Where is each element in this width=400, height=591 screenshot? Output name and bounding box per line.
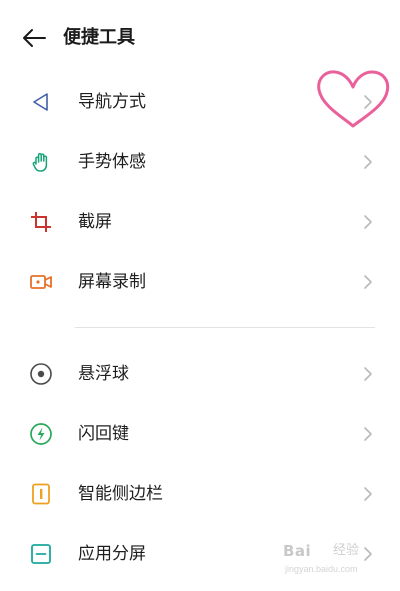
list-item-gesture-motion[interactable]: 手势体感: [0, 132, 400, 192]
navigation-triangle-icon: [33, 93, 48, 111]
split-screen-icon: [31, 544, 51, 564]
chevron-right-icon: [364, 215, 372, 229]
lightning-icon: [30, 423, 52, 445]
watermark-sub: 经验: [333, 543, 360, 558]
list-item-label: 智能侧边栏: [78, 484, 163, 504]
watermark-logo: Bai: [283, 542, 312, 560]
video-camera-icon: [30, 275, 52, 289]
heart-icon: [317, 70, 390, 128]
list-item-label: 屏幕录制: [78, 272, 146, 292]
hand-gesture-icon: [32, 153, 48, 172]
list-item-label: 悬浮球: [78, 364, 129, 384]
list-item-screen-recording[interactable]: 屏幕录制: [0, 252, 400, 312]
list-item-label: 应用分屏: [78, 544, 146, 564]
chevron-right-icon: [364, 487, 372, 501]
floating-ball-icon: [30, 363, 52, 385]
list-item-label: 导航方式: [78, 92, 146, 112]
top-bar: 便捷工具: [0, 0, 400, 76]
watermark: Bai 经验 jingyan.baidu.com: [283, 540, 395, 580]
list-item-flashback-key[interactable]: 闪回键: [0, 404, 400, 464]
list-item-screenshot[interactable]: 截屏: [0, 192, 400, 252]
arrow-left-icon[interactable]: [20, 26, 48, 50]
section-divider: [75, 327, 375, 328]
list-item-smart-sidebar[interactable]: 智能侧边栏: [0, 464, 400, 524]
sidebar-icon: [32, 483, 50, 505]
list-item-label: 闪回键: [78, 424, 129, 444]
crop-icon: [31, 212, 51, 232]
chevron-right-icon: [364, 155, 372, 169]
chevron-right-icon: [364, 367, 372, 381]
watermark-url: jingyan.baidu.com: [285, 564, 358, 574]
chevron-right-icon: [364, 427, 372, 441]
list-item-label: 截屏: [78, 212, 112, 232]
list-item-label: 手势体感: [78, 152, 146, 172]
page-title: 便捷工具: [63, 27, 135, 48]
list-item-floating-ball[interactable]: 悬浮球: [0, 344, 400, 404]
chevron-right-icon: [364, 275, 372, 289]
